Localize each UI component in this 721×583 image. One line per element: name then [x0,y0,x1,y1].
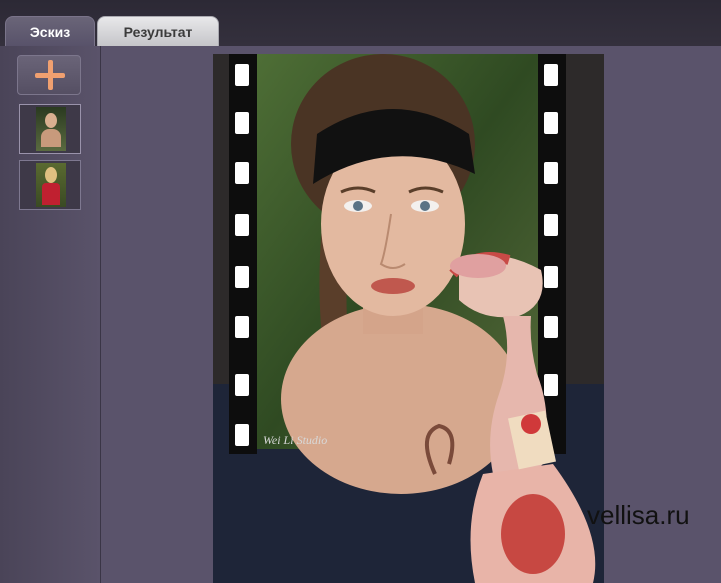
tab-sketch[interactable]: Эскиз [5,16,95,46]
collage-canvas[interactable]: Wei Li Studio [213,54,604,583]
site-watermark: vellisa.ru [587,500,690,530]
thumbnail-1[interactable] [19,104,81,154]
tab-result[interactable]: Результат [97,16,219,46]
photo-thumbnail-icon [36,107,66,151]
tab-bar: Эскиз Результат [0,0,721,47]
sidebar [0,46,101,583]
svg-text:Wei Li Studio: Wei Li Studio [263,433,327,447]
add-photo-button[interactable] [17,55,81,95]
photo-thumbnail-icon [36,163,66,207]
collage-image: Wei Li Studio [213,54,604,583]
thumbnail-2[interactable] [19,160,81,210]
